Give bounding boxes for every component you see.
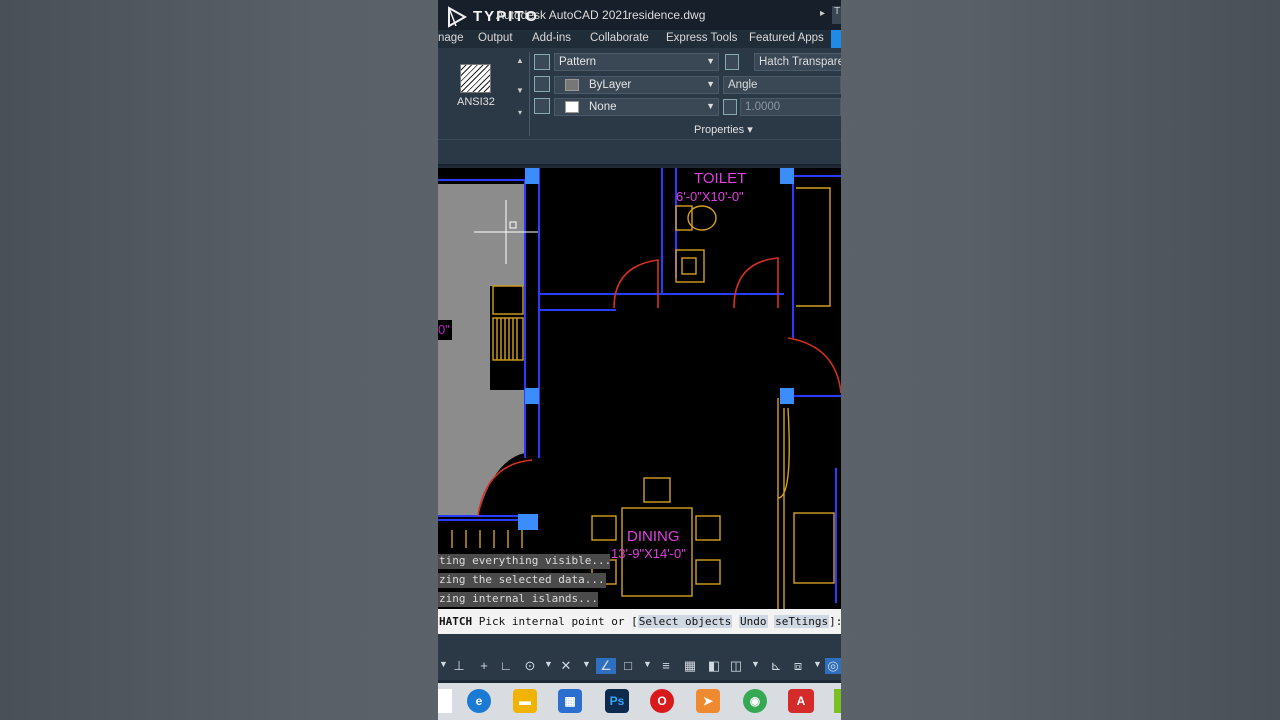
tab-active[interactable] [831, 30, 841, 48]
hatch-pattern-label: ANSI32 [457, 96, 495, 108]
hatch-type-icon [534, 54, 550, 70]
title-cut-label: T [832, 6, 841, 24]
command-name: HATCH [439, 615, 473, 628]
hatch-color-dropdown[interactable]: ByLayer ▼ [554, 76, 719, 94]
selection-filter-icon[interactable]: ⧈ [790, 658, 806, 674]
command-history-line: zing the selected data... [438, 573, 606, 588]
chevron-down-icon: ▼ [706, 79, 715, 89]
ribbon-panel: ANSI32 ▲ ▼ ▾ Pattern ▼ ByLayer ▼ None ▼ … [438, 48, 841, 140]
ortho-mode-icon[interactable]: ∟ [498, 658, 514, 674]
background-color-dropdown[interactable]: None ▼ [554, 98, 719, 116]
chevron-down-icon[interactable]: ▼ [751, 659, 760, 669]
option-settings[interactable]: seTtings [774, 615, 830, 628]
command-history-line: ting everything visible... [438, 554, 612, 569]
selection-grips [518, 168, 794, 530]
polar-tracking-icon[interactable]: ⊙ [522, 658, 538, 674]
scale-value: 1.0000 [745, 101, 781, 113]
file-explorer-icon[interactable]: ▬ [513, 689, 537, 713]
selection-cycling-icon[interactable]: ◧ [706, 658, 722, 674]
transparency-toggle-icon[interactable]: ▦ [682, 658, 698, 674]
taskbar-edge [438, 689, 452, 713]
chevron-down-icon[interactable]: ▼ [439, 659, 448, 669]
tab-featured-apps[interactable]: Featured Apps [749, 32, 824, 44]
title-bar: TYPITO Autodesk AutoCAD 2021 residence.d… [438, 0, 841, 30]
edge-browser-icon[interactable]: e [467, 689, 491, 713]
hatch-color-value: ByLayer [589, 79, 632, 91]
taskbar-app-partial-icon[interactable] [834, 689, 841, 713]
autocad-window: TYPITO Autodesk AutoCAD 2021 residence.d… [438, 0, 841, 720]
angle-label: Angle [728, 79, 758, 91]
typito-logo-icon [448, 6, 468, 28]
ribbon-tabs: nage Output Add-ins Collaborate Express … [438, 30, 841, 48]
object-snap-tracking-icon[interactable]: □ [620, 658, 636, 674]
scale-field[interactable]: 1.0000 [740, 98, 841, 116]
chrome-icon[interactable]: ◉ [743, 689, 767, 713]
chevron-right-icon[interactable]: ▸ [820, 8, 825, 19]
color-swatch [565, 101, 579, 113]
scale-icon [723, 99, 737, 115]
room-size-dining: 13'-9"X14'-0" [611, 546, 686, 561]
background-color-icon [534, 98, 550, 114]
file-name: residence.dwg [628, 8, 706, 22]
gizmo-icon[interactable]: ◎ [825, 658, 841, 674]
panel-divider [529, 52, 530, 136]
dynamic-ucs-icon[interactable]: ⊾ [768, 658, 784, 674]
autocad-icon[interactable]: A [788, 689, 814, 713]
opera-icon[interactable]: O [650, 689, 674, 713]
chevron-down-icon[interactable]: ▼ [813, 659, 822, 669]
tab-add-ins[interactable]: Add-ins [532, 32, 571, 44]
transparency-icon[interactable] [725, 54, 739, 70]
hatch-pattern-swatch[interactable] [460, 64, 491, 93]
command-suffix: ]: [829, 615, 841, 628]
scroll-up-icon[interactable]: ▲ [514, 56, 526, 65]
angle-field[interactable]: Angle [723, 76, 841, 94]
partial-dimension-label: 0" [438, 322, 450, 337]
tab-express-tools[interactable]: Express Tools [666, 32, 737, 44]
scroll-down-icon[interactable]: ▼ [514, 86, 526, 95]
color-swatch [565, 79, 579, 91]
object-snap-icon[interactable]: ∠ [596, 658, 616, 674]
command-prompt: Pick internal point or [ [478, 615, 638, 628]
doors [477, 257, 841, 517]
option-select-objects[interactable]: Select objects [637, 615, 733, 628]
hatch-type-value: Pattern [559, 56, 597, 68]
option-undo[interactable]: Undo [739, 615, 768, 628]
tab-output[interactable]: Output [478, 32, 513, 44]
app-icon[interactable]: ➤ [696, 689, 720, 713]
lineweight-icon[interactable]: ≡ [658, 658, 674, 674]
chevron-down-icon: ▼ [706, 101, 715, 111]
properties-panel-title[interactable]: Properties ▾ [694, 123, 753, 136]
command-line[interactable]: HATCH Pick internal point or [Select obj… [438, 609, 841, 634]
tab-manage[interactable]: nage [438, 32, 464, 44]
app-title: Autodesk AutoCAD 2021 [496, 8, 629, 22]
chevron-down-icon[interactable]: ▼ [643, 659, 652, 669]
room-size-toilet: 6'-0"X10'-0" [676, 189, 744, 204]
chevron-down-icon[interactable]: ▼ [544, 659, 553, 669]
room-label-dining: DINING [627, 528, 680, 545]
chevron-down-icon: ▼ [706, 56, 715, 66]
hatch-color-icon [534, 76, 550, 92]
tab-collaborate[interactable]: Collaborate [590, 32, 649, 44]
microsoft-store-icon[interactable]: ▦ [558, 689, 582, 713]
drawing-canvas[interactable]: TOILET 6'-0"X10'-0" DINING 13'-9"X14'-0"… [438, 168, 841, 609]
room-label-toilet: TOILET [694, 170, 747, 187]
expand-gallery-icon[interactable]: ▾ [514, 108, 526, 117]
isodraft-icon[interactable]: ✕ [558, 658, 574, 674]
infer-constraints-icon[interactable]: + [476, 658, 492, 674]
chevron-down-icon[interactable]: ▼ [582, 659, 591, 669]
file-tab-bar [438, 140, 841, 166]
background-color-value: None [589, 101, 617, 113]
windows-taskbar: e ▬ ▦ Ps O ➤ ◉ A [438, 683, 841, 720]
3d-osnap-icon[interactable]: ◫ [728, 658, 744, 674]
snap-mode-icon[interactable]: ⊥ [451, 658, 467, 674]
transparency-label: Hatch Transparen [759, 56, 841, 68]
transparency-field[interactable]: Hatch Transparen [754, 53, 841, 71]
photoshop-icon[interactable]: Ps [605, 689, 629, 713]
status-bar: ▼ ⊥ + ∟ ⊙ ▼ ✕ ▼ ∠ □ ▼ ≡ ▦ ◧ ◫ ▼ ⊾ ⧈ ▼ ◎ [438, 652, 841, 680]
hatch-type-dropdown[interactable]: Pattern ▼ [554, 53, 719, 71]
command-line-gap [438, 634, 841, 652]
command-history-line: zing internal islands... [438, 592, 598, 607]
